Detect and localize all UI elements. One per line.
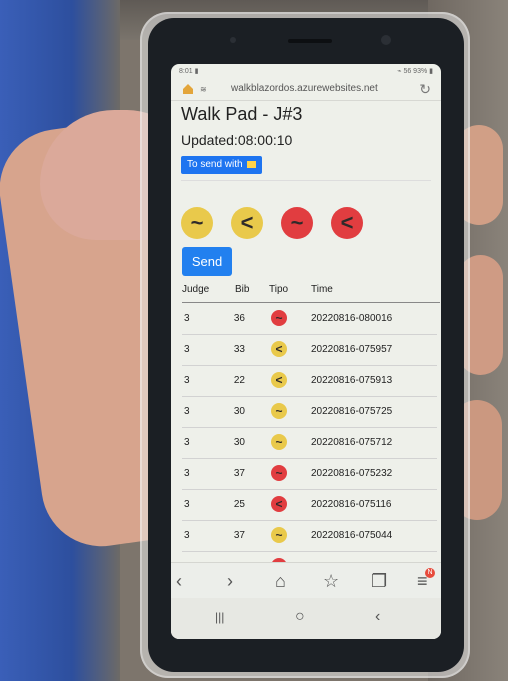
- cell-bib: 30: [233, 437, 245, 448]
- tabs-icon[interactable]: ❐: [371, 571, 387, 592]
- cell-bib: 37: [233, 468, 245, 479]
- home-nav-icon[interactable]: ⌂: [275, 571, 286, 592]
- url-text[interactable]: walkblazordos.azurewebsites.net: [231, 83, 378, 94]
- cell-time: 20220816-075712: [311, 437, 393, 448]
- flag-icon: [246, 161, 256, 168]
- cell-bib: 25: [233, 499, 245, 510]
- cell-bib: 30: [233, 406, 245, 417]
- cell-judge: 3: [184, 468, 190, 479]
- reload-icon[interactable]: ↻: [419, 81, 431, 98]
- header-bib: Bib: [235, 284, 250, 295]
- cell-time: 20220816-075044: [311, 530, 393, 541]
- android-navigation-bar: ||| ○ ‹: [171, 598, 441, 639]
- cell-tipo-icon: ~: [271, 527, 287, 543]
- table-row: 3 37 ~20220816-075044: [182, 520, 437, 552]
- cell-time: 20220816-075232: [311, 468, 393, 479]
- table-row: 3 30 ~20220816-075712: [182, 427, 437, 459]
- cell-bib: 36: [233, 313, 245, 324]
- cell-time: 20220816-075957: [311, 344, 393, 355]
- cell-tipo-icon: ~: [271, 310, 287, 326]
- cell-tipo-icon: <: [271, 341, 287, 357]
- recents-icon[interactable]: |||: [215, 610, 224, 624]
- icon-glyph: ~: [290, 210, 304, 235]
- cell-judge: 3: [184, 499, 190, 510]
- cell-tipo-icon: <: [271, 372, 287, 388]
- status-indicators: ⌁ 56 93% ▮: [397, 68, 433, 75]
- forward-icon[interactable]: ›: [227, 571, 233, 592]
- site-settings-icon[interactable]: ≋: [200, 85, 207, 94]
- tipo-glyph: ~: [275, 528, 283, 542]
- wave-red-icon[interactable]: ~: [281, 207, 313, 239]
- tipo-glyph: ~: [275, 466, 283, 480]
- cell-judge: 3: [184, 530, 190, 541]
- updated-label: Updated:08:00:10: [181, 132, 293, 148]
- cell-bib: 22: [233, 375, 245, 386]
- table-row: 3 25 <20220816-075116: [182, 489, 437, 521]
- status-bar: 8:01 ▮ ⌁ 56 93% ▮: [171, 64, 441, 78]
- table-row: 3 22 <20220816-075913: [182, 365, 437, 397]
- icon-glyph: <: [240, 210, 254, 235]
- icon-glyph: ~: [190, 210, 204, 235]
- cell-judge: 3: [184, 375, 190, 386]
- header-judge: Judge: [182, 284, 210, 295]
- cell-tipo-icon: <: [271, 496, 287, 512]
- section-divider: [181, 180, 431, 181]
- tipo-glyph: <: [275, 373, 283, 387]
- chevron-yellow-icon[interactable]: <: [231, 207, 263, 239]
- phone-sensor: [230, 37, 236, 43]
- android-home-icon[interactable]: ○: [295, 608, 305, 626]
- status-time: 8:01 ▮: [179, 68, 199, 75]
- wave-yellow-icon[interactable]: ~: [181, 207, 213, 239]
- cell-tipo-icon: ~: [271, 403, 287, 419]
- send-with-label: To send with: [187, 159, 243, 170]
- cell-judge: 3: [184, 437, 190, 448]
- cell-bib: 37: [233, 530, 245, 541]
- phone-screen: 8:01 ▮ ⌁ 56 93% ▮ ≋ walkblazordos.azurew…: [171, 64, 441, 639]
- tipo-glyph: ~: [275, 404, 283, 418]
- table-row: 3 37 ~20220816-075232: [182, 458, 437, 490]
- cell-judge: 3: [184, 344, 190, 355]
- android-back-icon[interactable]: ‹: [375, 608, 380, 626]
- infraction-icons-row: ~ < ~ <: [181, 207, 431, 241]
- phone-speaker: [288, 39, 332, 43]
- send-with-button[interactable]: To send with: [181, 156, 262, 174]
- tipo-glyph: ~: [275, 311, 283, 325]
- header-tipo: Tipo: [269, 284, 289, 295]
- cell-time: 20220816-075913: [311, 375, 393, 386]
- home-icon[interactable]: [181, 82, 195, 96]
- back-icon[interactable]: ‹: [176, 571, 182, 592]
- tipo-glyph: <: [275, 497, 283, 511]
- table-header: Judge Bib Tipo Time: [182, 284, 437, 302]
- cell-tipo-icon: ~: [271, 465, 287, 481]
- cell-time: 20220816-075725: [311, 406, 393, 417]
- page-title: Walk Pad - J#3: [181, 104, 303, 124]
- phone-camera: [381, 35, 391, 45]
- cell-time: 20220816-080016: [311, 313, 393, 324]
- send-button[interactable]: Send: [182, 247, 232, 276]
- browser-url-bar[interactable]: ≋ walkblazordos.azurewebsites.net ↻: [171, 78, 441, 101]
- cell-tipo-icon: ~: [271, 434, 287, 450]
- cell-judge: 3: [184, 406, 190, 417]
- table-row: 3 36 ~20220816-080016: [182, 303, 437, 335]
- tipo-glyph: <: [275, 342, 283, 356]
- tipo-glyph: ~: [275, 435, 283, 449]
- icon-glyph: <: [340, 210, 354, 235]
- cell-bib: 33: [233, 344, 245, 355]
- cell-time: 20220816-075116: [311, 499, 392, 510]
- cell-judge: 3: [184, 313, 190, 324]
- chevron-red-icon[interactable]: <: [331, 207, 363, 239]
- header-time: Time: [311, 284, 333, 295]
- table-row: 3 30 ~20220816-075725: [182, 396, 437, 428]
- table-row: 3 33 <20220816-075957: [182, 334, 437, 366]
- browser-toolbar: ‹ › ⌂ ☆ ❐ ≡ N: [171, 562, 441, 599]
- menu-badge: N: [425, 568, 435, 578]
- favorites-icon[interactable]: ☆: [323, 571, 339, 592]
